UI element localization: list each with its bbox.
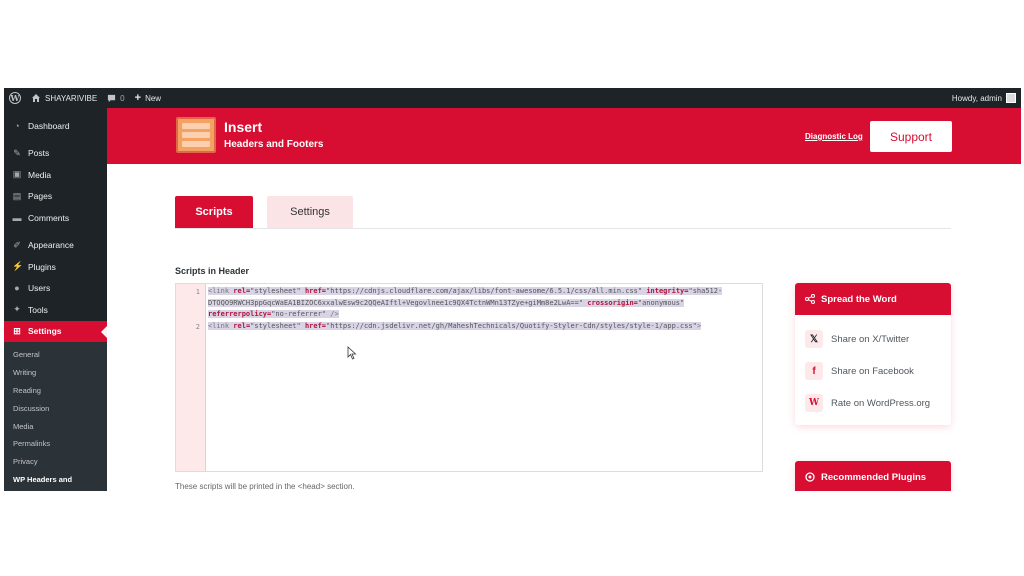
header-code-editor[interactable]: 1 2 <link rel="stylesheet" href="https:/…: [175, 283, 763, 472]
plugin-header: Insert Headers and Footers Diagnostic Lo…: [107, 108, 1021, 164]
brush-icon: ✐: [13, 239, 21, 250]
sidebar-item-label: Posts: [28, 148, 50, 159]
scripts-header-label: Scripts in Header: [175, 266, 250, 276]
scripts-header-hint: These scripts will be printed in the <he…: [175, 482, 355, 491]
line-number-gutter: [176, 284, 206, 471]
submenu-item-discussion[interactable]: Discussion: [4, 399, 107, 417]
pin-icon: ✎: [13, 147, 21, 158]
code-line-2: <link rel="stylesheet" href="https://cdn…: [208, 321, 702, 330]
comment-bubble-icon: [108, 94, 116, 102]
plus-icon: +: [134, 92, 142, 104]
sidebar-item-label: Users: [28, 283, 51, 294]
wrench-icon: ✦: [13, 304, 21, 315]
spread-the-word-panel: Spread the Word 𝕏 Share on X/Twitter f S…: [795, 283, 951, 425]
page-icon: ▤: [12, 190, 22, 201]
share-label: Share on X/Twitter: [831, 333, 910, 345]
plugin-circle-icon: [805, 472, 815, 482]
spread-the-word-header: Spread the Word: [795, 283, 951, 315]
my-account-menu[interactable]: Howdy, admin: [947, 88, 1021, 108]
recommended-plugins-panel: Recommended Plugins: [795, 461, 951, 491]
submenu-item-permalinks[interactable]: Permalinks: [4, 435, 107, 453]
share-x-twitter-link[interactable]: 𝕏 Share on X/Twitter: [795, 323, 951, 355]
sidebar-item-label: Pages: [28, 191, 53, 202]
sidebar-item-label: Tools: [28, 304, 48, 315]
tab-settings[interactable]: Settings: [267, 196, 353, 228]
submenu-item-privacy[interactable]: Privacy: [4, 453, 107, 471]
submenu-item-writing[interactable]: Writing: [4, 364, 107, 382]
facebook-icon: f: [805, 362, 823, 380]
submenu-item-media[interactable]: Media: [4, 417, 107, 435]
submenu-item-wp-headers[interactable]: WP Headers and: [4, 471, 107, 489]
settings-icon: ⊞: [13, 325, 21, 336]
submenu-item-general[interactable]: General: [4, 346, 107, 364]
sidebar-item-comments[interactable]: ▬ Comments: [4, 207, 107, 229]
share-label: Rate on WordPress.org: [831, 397, 931, 409]
media-icon: ▣: [12, 169, 22, 180]
comments-count: 0: [120, 93, 125, 103]
recommended-plugins-header: Recommended Plugins: [795, 461, 951, 491]
diagnostic-log-link[interactable]: Diagnostic Log: [805, 132, 863, 141]
support-button[interactable]: Support: [870, 121, 952, 152]
sidebar-item-pages[interactable]: ▤ Pages: [4, 186, 107, 208]
site-name-link[interactable]: SHAYARIVIBE: [26, 88, 102, 108]
browser-frame: W SHAYARIVIBE 0 + New Howdy, admin ◔ Das…: [4, 88, 1021, 491]
line-number: 2: [195, 322, 200, 331]
share-label: Share on Facebook: [831, 365, 914, 377]
site-name: SHAYARIVIBE: [45, 93, 98, 103]
plug-icon: ⚡: [12, 261, 24, 272]
sidebar-item-dashboard[interactable]: ◔ Dashboard: [4, 115, 107, 137]
sidebar-item-tools[interactable]: ✦ Tools: [4, 299, 107, 321]
main-content: Scripts Settings Scripts in Header 1 2 <…: [107, 164, 1021, 491]
comment-icon: ▬: [12, 212, 22, 223]
sidebar-item-label: Settings: [28, 326, 62, 337]
comments-link[interactable]: 0: [102, 88, 129, 108]
sidebar-item-media[interactable]: ▣ Media: [4, 164, 107, 186]
plugin-subtitle: Headers and Footers: [224, 139, 324, 150]
sidebar-item-label: Appearance: [28, 240, 74, 251]
tab-scripts[interactable]: Scripts: [175, 196, 253, 228]
line-number: 1: [195, 288, 200, 296]
sidebar-item-settings[interactable]: ⊞ Settings: [4, 320, 107, 342]
sidebar-item-appearance[interactable]: ✐ Appearance: [4, 235, 107, 257]
mouse-cursor-icon: [347, 346, 357, 360]
sidebar-item-label: Media: [28, 169, 52, 180]
sidebar-item-posts[interactable]: ✎ Posts: [4, 143, 107, 165]
sidebar-item-users[interactable]: ● Users: [4, 278, 107, 300]
wordpress-icon: W: [805, 394, 823, 412]
wp-logo-menu[interactable]: W: [4, 88, 26, 108]
code-line-1: <link rel="stylesheet" href="https://cdn…: [208, 287, 723, 318]
sidebar-item-label: Plugins: [28, 261, 56, 272]
wordpress-logo-icon: W: [9, 92, 21, 104]
admin-bar: W SHAYARIVIBE 0 + New Howdy, admin: [4, 88, 1021, 108]
new-label: New: [145, 93, 162, 103]
submenu-item-reading[interactable]: Reading: [4, 382, 107, 400]
home-icon: [32, 94, 40, 102]
rate-wordpress-link[interactable]: W Rate on WordPress.org: [795, 387, 951, 419]
user-icon: ●: [14, 283, 20, 294]
new-content-link[interactable]: + New: [130, 88, 166, 108]
howdy-text: Howdy, admin: [951, 93, 1002, 103]
plugin-title: Insert: [224, 119, 263, 135]
plugin-logo-icon: [176, 117, 216, 153]
admin-sidebar: ◔ Dashboard ✎ Posts ▣ Media ▤ Pages ▬ Co…: [4, 108, 107, 491]
share-icon: [805, 294, 815, 304]
settings-submenu: General Writing Reading Discussion Media…: [4, 342, 107, 491]
tab-bar: Scripts Settings: [175, 196, 353, 228]
sidebar-item-plugins[interactable]: ⚡ Plugins: [4, 256, 107, 278]
tab-divider: [175, 228, 951, 229]
sidebar-item-label: Comments: [28, 212, 70, 223]
avatar: [1006, 93, 1016, 103]
sidebar-item-label: Dashboard: [28, 120, 70, 131]
spread-the-word-title: Spread the Word: [821, 293, 897, 305]
share-facebook-link[interactable]: f Share on Facebook: [795, 355, 951, 387]
dashboard-icon: ◔: [14, 120, 20, 131]
recommended-plugins-title: Recommended Plugins: [821, 471, 927, 483]
x-twitter-icon: 𝕏: [805, 330, 823, 348]
